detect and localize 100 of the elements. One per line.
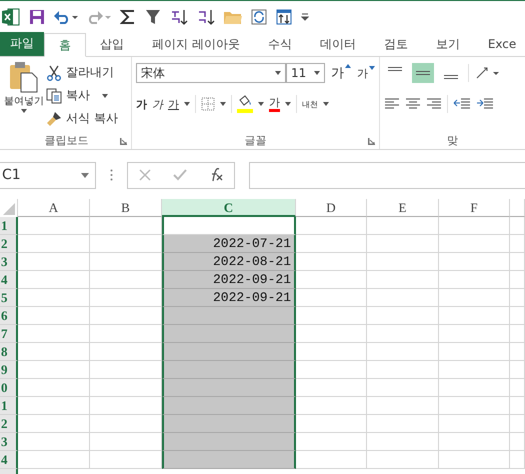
ribbon-tab[interactable]: 파일 <box>0 32 44 56</box>
dialog-launcher-icon[interactable] <box>120 138 127 145</box>
bold-button[interactable]: 가 <box>136 96 147 112</box>
table-cell <box>510 289 525 307</box>
fill-color-icon[interactable] <box>237 95 253 113</box>
row-header[interactable]: 4 <box>0 271 18 289</box>
caret-icon[interactable] <box>323 102 329 106</box>
caret-icon[interactable] <box>184 102 190 106</box>
table-cell <box>439 361 510 379</box>
row-header[interactable]: 2 <box>0 415 18 433</box>
table-cell <box>18 253 90 271</box>
column-header[interactable]: C <box>162 199 296 217</box>
row-header[interactable]: 7 <box>0 325 18 343</box>
underline-button[interactable]: 가 <box>168 96 179 112</box>
table-cell <box>510 253 525 271</box>
insert-function-icon[interactable] <box>209 168 223 182</box>
ribbon-tab[interactable]: 보기 <box>422 33 474 56</box>
row-header[interactable]: 2 <box>0 235 18 253</box>
vertical-align-button[interactable] <box>412 63 434 83</box>
border-icon[interactable] <box>201 97 215 111</box>
ribbon-tab[interactable]: Exce <box>474 33 525 56</box>
paste-button[interactable]: 붙여넣기 <box>2 61 46 131</box>
table-cell <box>296 217 367 235</box>
font-color-button[interactable]: 가 <box>269 96 280 112</box>
row-header[interactable]: 1 <box>0 217 18 235</box>
ribbon-tab[interactable]: 삽입 <box>86 33 138 56</box>
row-header[interactable]: 1 <box>0 397 18 415</box>
filter-icon[interactable] <box>145 8 161 24</box>
table-cell <box>439 397 510 415</box>
grip-icon[interactable] <box>110 169 113 181</box>
font-size-field[interactable]: 11 <box>286 63 325 83</box>
row-header[interactable]: 3 <box>0 433 18 451</box>
column-header[interactable]: A <box>18 199 90 217</box>
row-header[interactable]: 4 <box>0 451 18 469</box>
ribbon-tab[interactable]: 데이터 <box>306 33 370 56</box>
row-header[interactable]: 3 <box>0 253 18 271</box>
undo-icon[interactable] <box>54 10 78 24</box>
table-cell <box>90 217 162 235</box>
column-header[interactable]: D <box>296 199 367 217</box>
align-lines-icon <box>415 71 431 75</box>
table-cell <box>367 361 439 379</box>
row-header[interactable]: 6 <box>0 307 18 325</box>
table-cell <box>510 271 525 289</box>
row-header[interactable]: 9 <box>0 361 18 379</box>
sort-ascending-icon[interactable] <box>170 8 188 24</box>
row-header[interactable]: 8 <box>0 343 18 361</box>
table-cell <box>18 271 90 289</box>
table-cell <box>439 343 510 361</box>
table-cell <box>18 217 90 235</box>
ribbon-tab[interactable]: 검토 <box>370 33 422 56</box>
shrink-font-button[interactable]: 가 <box>357 66 375 80</box>
table-cell <box>439 307 510 325</box>
ribbon-tab[interactable]: 페이지 레이아웃 <box>138 33 254 56</box>
italic-button[interactable]: 가 <box>152 96 163 112</box>
row-header[interactable]: 0 <box>0 379 18 397</box>
decrease-indent-icon[interactable] <box>453 98 471 110</box>
dialog-launcher-icon[interactable] <box>368 138 375 145</box>
align-center-icon[interactable] <box>405 98 421 110</box>
clipboard-icon <box>9 61 39 93</box>
customize-dropdown-icon[interactable] <box>301 12 309 20</box>
copy-button[interactable]: 복사 <box>46 86 118 105</box>
group-label: 맞 <box>447 132 458 148</box>
font-name-field[interactable]: 宋体 <box>136 63 286 83</box>
table-cell: 2022-09-21 <box>162 271 296 289</box>
group-label: 글꼴 <box>244 132 266 148</box>
grow-font-button[interactable]: 가 <box>331 64 351 82</box>
column-header[interactable]: E <box>367 199 439 217</box>
ribbon-tab[interactable]: 수식 <box>254 33 306 56</box>
save-icon[interactable] <box>29 8 45 24</box>
cut-button[interactable]: 잘라내기 <box>46 63 118 82</box>
sort-descending-icon[interactable] <box>197 8 215 24</box>
caret-icon <box>275 71 282 75</box>
ribbon-tab[interactable]: 홈 <box>44 33 86 57</box>
brush-icon <box>46 110 62 126</box>
table-cell <box>510 307 525 325</box>
sum-icon[interactable] <box>120 8 136 24</box>
table-cell: 2022-08-21 <box>162 253 296 271</box>
align-left-icon[interactable] <box>384 98 400 110</box>
down-triangle-icon <box>369 66 375 70</box>
caret-icon[interactable] <box>220 102 226 106</box>
format-painter-button[interactable]: 서식 복사 <box>46 109 118 128</box>
caret-icon[interactable] <box>258 102 264 106</box>
sort-icon[interactable] <box>276 8 292 24</box>
table-cell <box>439 289 510 307</box>
table-cell <box>296 397 367 415</box>
excel-logo-icon[interactable] <box>2 8 20 26</box>
align-right-icon[interactable] <box>426 98 442 110</box>
column-header[interactable]: F <box>439 199 510 217</box>
row-header[interactable]: 5 <box>0 289 18 307</box>
formula-input[interactable] <box>249 162 525 188</box>
caret-icon[interactable] <box>285 102 291 106</box>
phonetic-button[interactable]: 내천 <box>302 98 318 110</box>
table-cell <box>18 379 90 397</box>
refresh-icon[interactable] <box>251 8 267 24</box>
increase-indent-icon[interactable] <box>476 98 494 110</box>
table-cell <box>510 217 525 235</box>
orientation-icon[interactable] <box>475 66 501 80</box>
name-box[interactable]: C1 <box>0 162 96 188</box>
table-cell <box>510 325 525 343</box>
enter-check-icon[interactable] <box>173 169 187 181</box>
